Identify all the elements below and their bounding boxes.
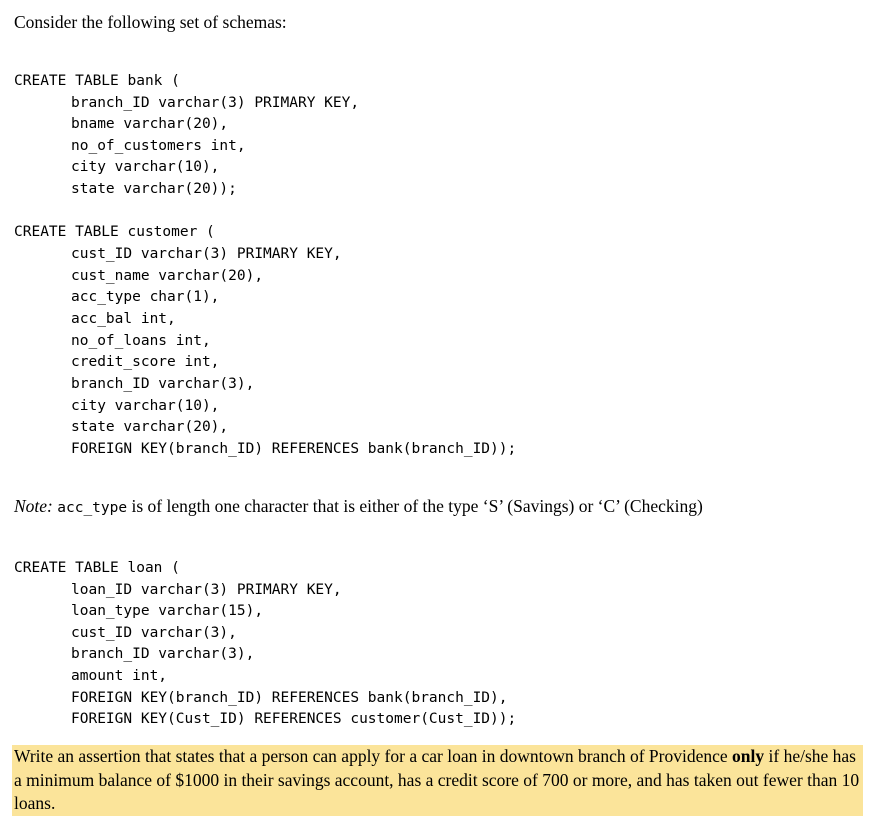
bank-column-line: state varchar(20)); [71,181,237,197]
loan-foreign-key-line: FOREIGN KEY(branch_ID) REFERENCES bank(b… [71,690,508,706]
customer-column-line: city varchar(10), [71,398,220,414]
loan-create-header: CREATE TABLE loan ( [14,560,180,576]
loan-foreign-key-line: FOREIGN KEY(Cust_ID) REFERENCES customer… [71,711,517,727]
question-highlighted-paragraph: Write an assertion that states that a pe… [12,745,863,816]
question-bold-only: only [732,746,765,766]
customer-create-header: CREATE TABLE customer ( [14,224,215,240]
customer-column-line: branch_ID varchar(3), [71,376,255,392]
bank-column-line: branch_ID varchar(3) PRIMARY KEY, [71,95,360,111]
loan-column-line: amount int, [71,668,168,684]
bank-create-header: CREATE TABLE bank ( [14,73,180,89]
customer-column-line: no_of_loans int, [71,333,211,349]
loan-column-line: loan_type varchar(15), [71,603,264,619]
question-text-part1: Write an assertion that states that a pe… [14,746,733,766]
customer-column-line: acc_type char(1), [71,289,220,305]
loan-column-line: branch_ID varchar(3), [71,646,255,662]
customer-column-line: state varchar(20), [71,419,229,435]
loan-column-line: loan_ID varchar(3) PRIMARY KEY, [71,582,342,598]
bank-column-line: city varchar(10), [71,159,220,175]
note-paragraph: Note: acc_type is of length one characte… [14,496,703,517]
customer-column-line: cust_name varchar(20), [71,268,264,284]
note-text: is of length one character that is eithe… [127,496,703,516]
bank-column-line: bname varchar(20), [71,116,229,132]
customer-column-line: cust_ID varchar(3) PRIMARY KEY, [71,246,342,262]
note-label: Note: [14,496,53,516]
note-code: acc_type [57,500,128,516]
intro-text: Consider the following set of schemas: [14,12,287,32]
bank-column-line: no_of_customers int, [71,138,246,154]
loan-column-line: cust_ID varchar(3), [71,625,237,641]
customer-column-line: acc_bal int, [71,311,176,327]
customer-foreign-key-line: FOREIGN KEY(branch_ID) REFERENCES bank(b… [71,441,517,457]
customer-column-line: credit_score int, [71,354,220,370]
